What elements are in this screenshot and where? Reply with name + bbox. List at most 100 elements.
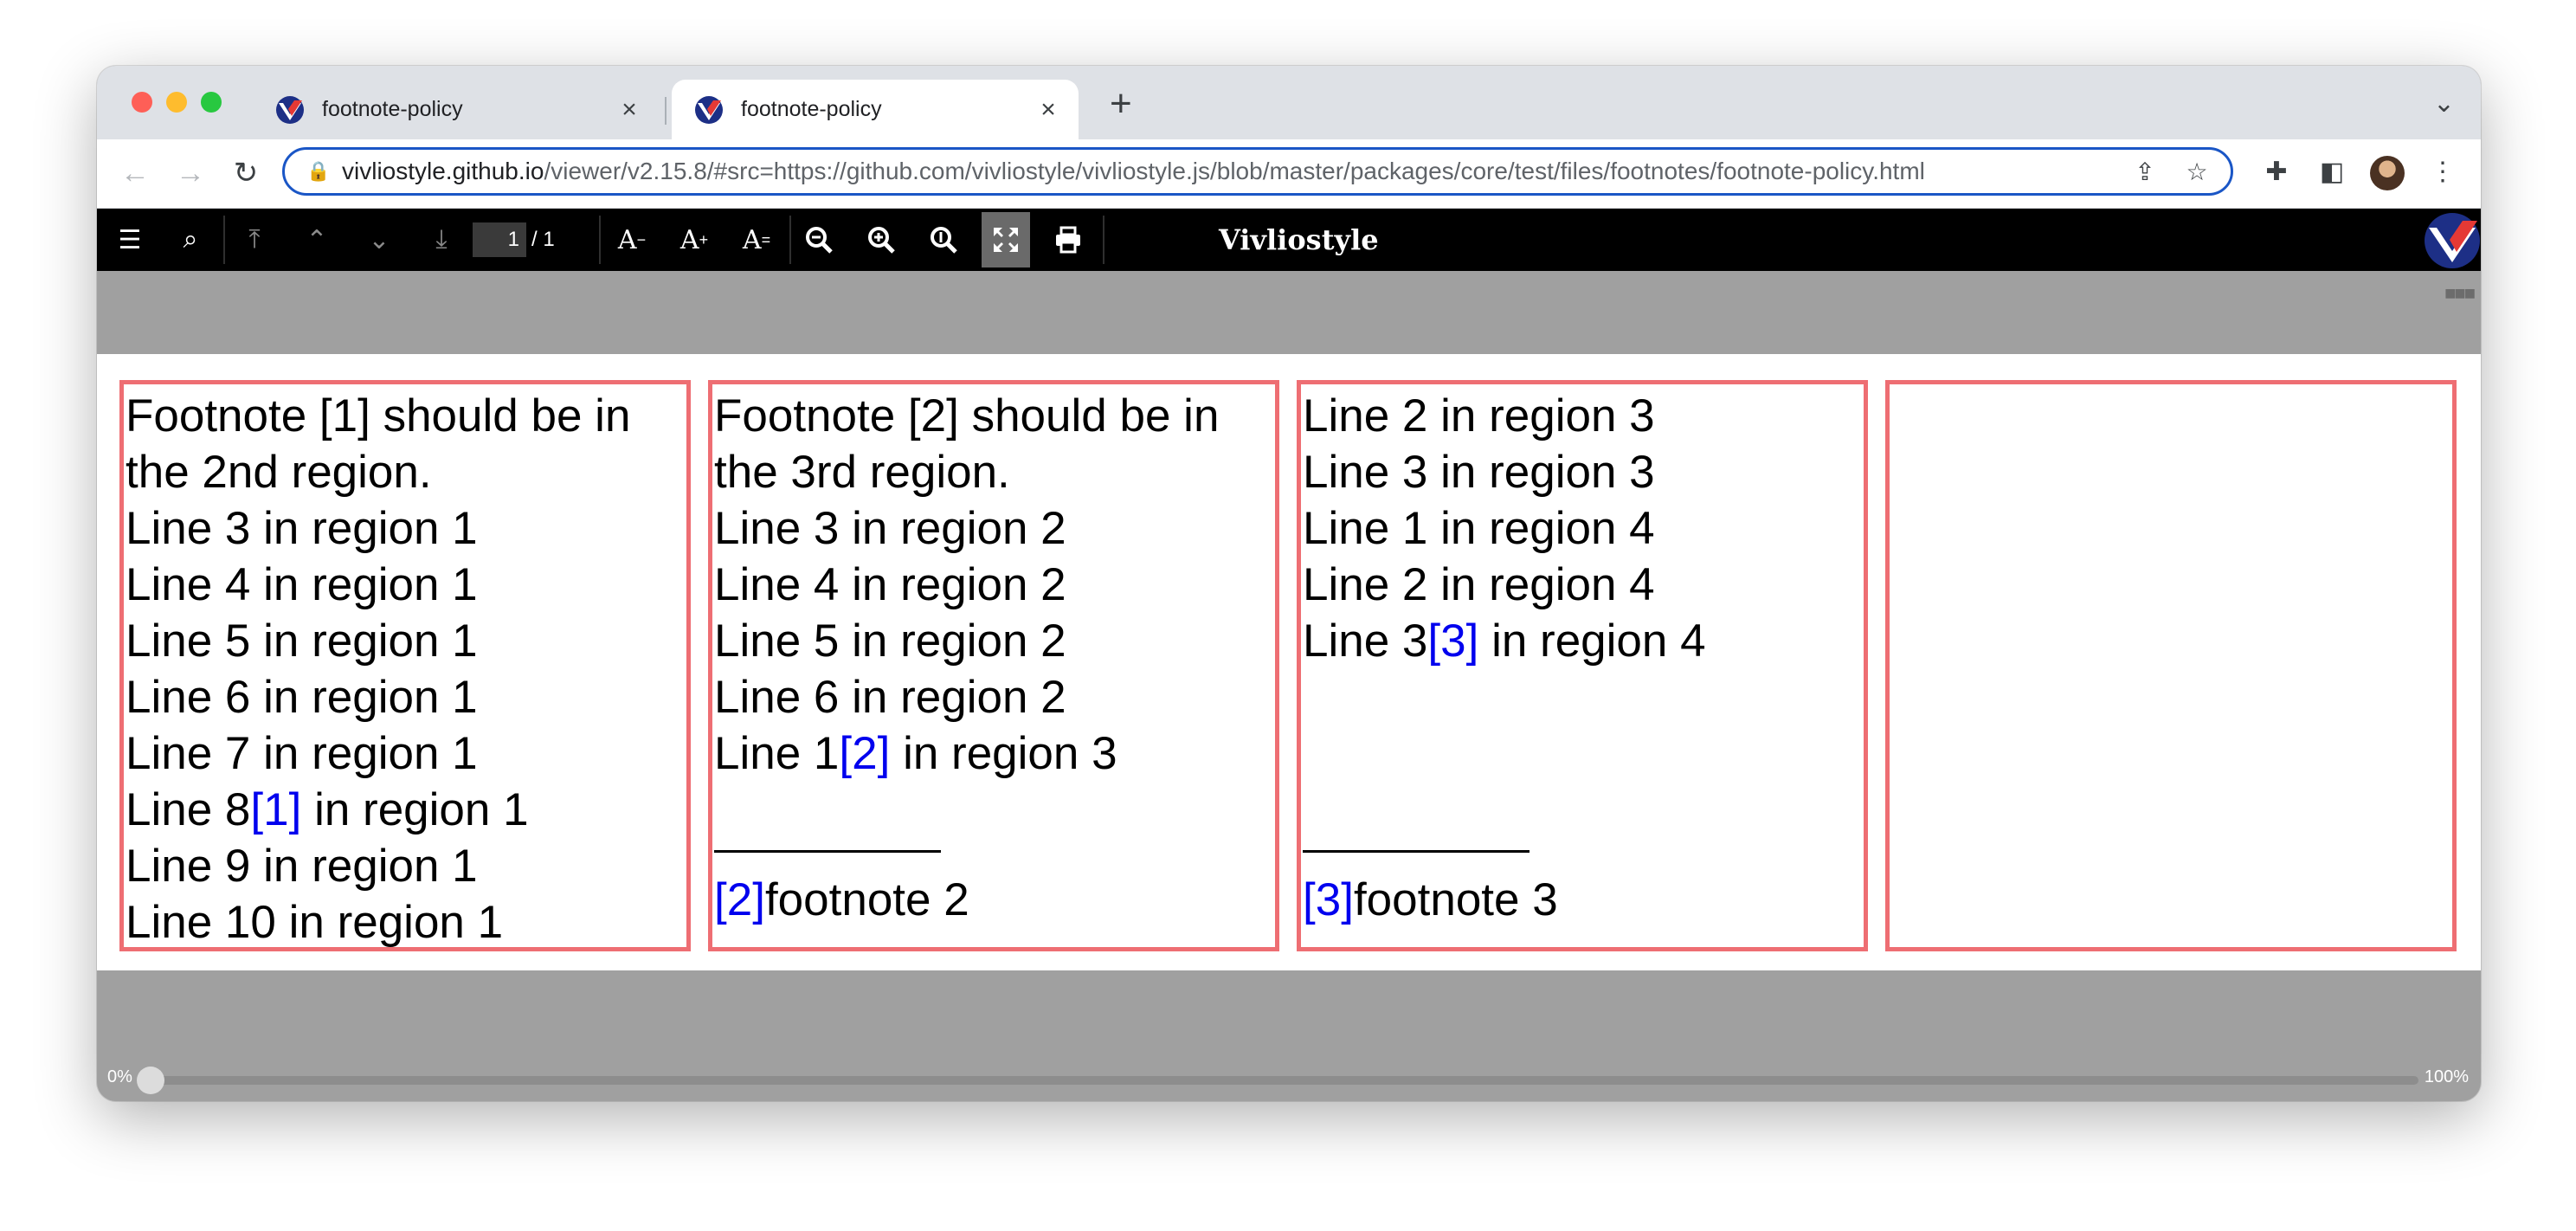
toc-icon[interactable]: ☰ [106, 209, 154, 271]
tab-title: footnote-policy [741, 97, 882, 121]
footnote-separator-rule [714, 850, 941, 853]
close-window-button[interactable] [132, 92, 152, 113]
profile-avatar[interactable] [2370, 156, 2405, 190]
page-total: / 1 [531, 228, 555, 251]
forward-arrow-icon[interactable]: → [173, 155, 208, 191]
extensions-puzzle-icon[interactable]: ✚ [2259, 157, 2294, 187]
zoom-actual-size-icon [931, 227, 957, 254]
region-line: Line 2 in region 3 [1303, 390, 1655, 441]
region-line-with-footnote-ref: Line 8[1] in region 1 [126, 782, 686, 838]
tab-footnote-policy-2[interactable]: footnote-policy × [672, 80, 1079, 139]
fit-to-screen-icon [994, 228, 1018, 252]
font-size-decrease-button[interactable]: A − [608, 209, 656, 271]
region-line-with-footnote-ref: Line 1[2] in region 3 [714, 725, 1275, 782]
new-tab-button[interactable]: + [1110, 85, 1132, 123]
toolbar-divider [789, 216, 791, 264]
line-text: in region 4 [1478, 616, 1706, 667]
url-text[interactable]: vivliostyle.github.io/viewer/v2.15.8/#sr… [342, 158, 2127, 185]
region-line: the 3rd region. [714, 447, 1010, 498]
fit-page-button[interactable] [982, 212, 1030, 267]
region-line: Line 1 in region 4 [1303, 503, 1655, 554]
region-line: Line 10 in region 1 [126, 897, 504, 948]
zoom-in-icon [868, 227, 895, 254]
lock-icon[interactable]: 🔒 [304, 160, 333, 183]
previous-page-icon[interactable]: ⌃ [293, 209, 341, 271]
region-line: Line 3 in region 3 [1303, 447, 1655, 498]
url-path: /viewer/v2.15.8/#src=https://github.com/… [544, 158, 1925, 184]
footnote-marker-link[interactable]: [2] [714, 874, 765, 925]
region-line: Line 6 in region 2 [714, 672, 1066, 723]
first-page-icon[interactable]: ⤒ [230, 209, 279, 271]
region-2: Footnote [2] should be in the 3rd region… [708, 380, 1279, 951]
browser-window: footnote-policy × footnote-policy × + ⌄ … [97, 66, 2481, 1101]
minimize-window-button[interactable] [166, 92, 187, 113]
region-line: Footnote [2] should be in [714, 390, 1220, 441]
region-4 [1885, 380, 2457, 951]
tab-search-chevron-icon[interactable]: ⌄ [2433, 88, 2455, 119]
footnote-ref-link[interactable]: [2] [839, 728, 890, 779]
last-page-icon[interactable]: ⤓ [417, 209, 466, 271]
region-line: Line 3 in region 1 [126, 503, 478, 554]
page-slider-thumb[interactable] [137, 1067, 164, 1094]
tab-footnote-policy-1[interactable]: footnote-policy × [253, 80, 660, 139]
print-button[interactable] [1044, 209, 1092, 271]
maximize-window-button[interactable] [201, 92, 222, 113]
region-line: Line 2 in region 4 [1303, 559, 1655, 610]
share-icon[interactable]: ⇪ [2127, 158, 2163, 186]
vivliostyle-logo-icon [2425, 213, 2480, 268]
print-icon [1056, 226, 1080, 254]
toolbar-divider [223, 216, 225, 264]
toolbar-divider [1103, 216, 1104, 264]
region-line: Line 4 in region 1 [126, 559, 478, 610]
browser-menu-icon[interactable]: ⋮ [2425, 157, 2460, 187]
region-line: Line 5 in region 2 [714, 616, 1066, 667]
region-line-with-footnote-ref: Line 3[3] in region 4 [1303, 613, 1864, 669]
region-line: Line 7 in region 1 [126, 728, 478, 779]
tab-title: footnote-policy [322, 97, 463, 121]
footnote-text: footnote 2 [764, 874, 969, 925]
footnote-marker-link[interactable]: [3] [1303, 874, 1354, 925]
zoom-actual-size-button[interactable] [919, 209, 968, 271]
page-number-input[interactable]: 1 [473, 222, 526, 257]
region-line: Line 6 in region 1 [126, 672, 478, 723]
address-bar[interactable]: 🔒 vivliostyle.github.io/viewer/v2.15.8/#… [282, 147, 2233, 196]
slider-end-label: 100% [2424, 1067, 2469, 1086]
font-size-a-glyph: A [679, 224, 699, 255]
footnote-ref-link[interactable]: [1] [250, 784, 301, 835]
footnote-area: [2]footnote 2 [714, 850, 969, 928]
reload-icon[interactable]: ↻ [229, 155, 263, 191]
document-page: Footnote [1] should be in the 2nd region… [97, 354, 2481, 970]
vivliostyle-favicon-icon [276, 95, 304, 124]
footnote-separator-rule [1303, 850, 1530, 853]
zoom-in-button[interactable] [857, 209, 905, 271]
font-size-reset-button[interactable]: A = [732, 209, 781, 271]
region-line: Line 4 in region 2 [714, 559, 1066, 610]
zoom-out-button[interactable] [795, 209, 843, 271]
side-panel-icon[interactable]: ◧ [2315, 157, 2349, 187]
equals-icon: = [761, 230, 771, 248]
region-line: Line 5 in region 1 [126, 616, 478, 667]
tab-close-icon[interactable]: × [1035, 95, 1061, 125]
minus-icon: − [636, 230, 647, 248]
bookmark-star-icon[interactable]: ☆ [2179, 158, 2215, 186]
footnote: [3]footnote 3 [1303, 872, 1558, 928]
slider-start-label: 0% [107, 1067, 132, 1086]
tab-strip: footnote-policy × footnote-policy × + ⌄ [97, 66, 2481, 139]
region-line: Line 3 in region 2 [714, 503, 1066, 554]
tab-close-icon[interactable]: × [616, 95, 642, 125]
region-line: Footnote [1] should be in [126, 390, 631, 441]
footnote: [2]footnote 2 [714, 872, 969, 928]
page-slider-track[interactable] [151, 1076, 2418, 1085]
footnote-text: footnote 3 [1353, 874, 1558, 925]
font-size-increase-button[interactable]: A + [670, 209, 718, 271]
back-arrow-icon[interactable]: ← [118, 155, 152, 191]
plus-icon: + [699, 230, 709, 248]
resize-grip-icon[interactable]: ■■■ [2444, 282, 2476, 305]
footnote-ref-link[interactable]: [3] [1427, 616, 1478, 667]
tab-separator [665, 97, 667, 125]
search-icon[interactable]: ⌕ [166, 209, 215, 271]
vivliostyle-favicon-icon [695, 95, 723, 124]
region-3: Line 2 in region 3 Line 3 in region 3 Li… [1297, 380, 1868, 951]
url-host: vivliostyle.github.io [342, 158, 544, 184]
next-page-icon[interactable]: ⌄ [355, 209, 403, 271]
